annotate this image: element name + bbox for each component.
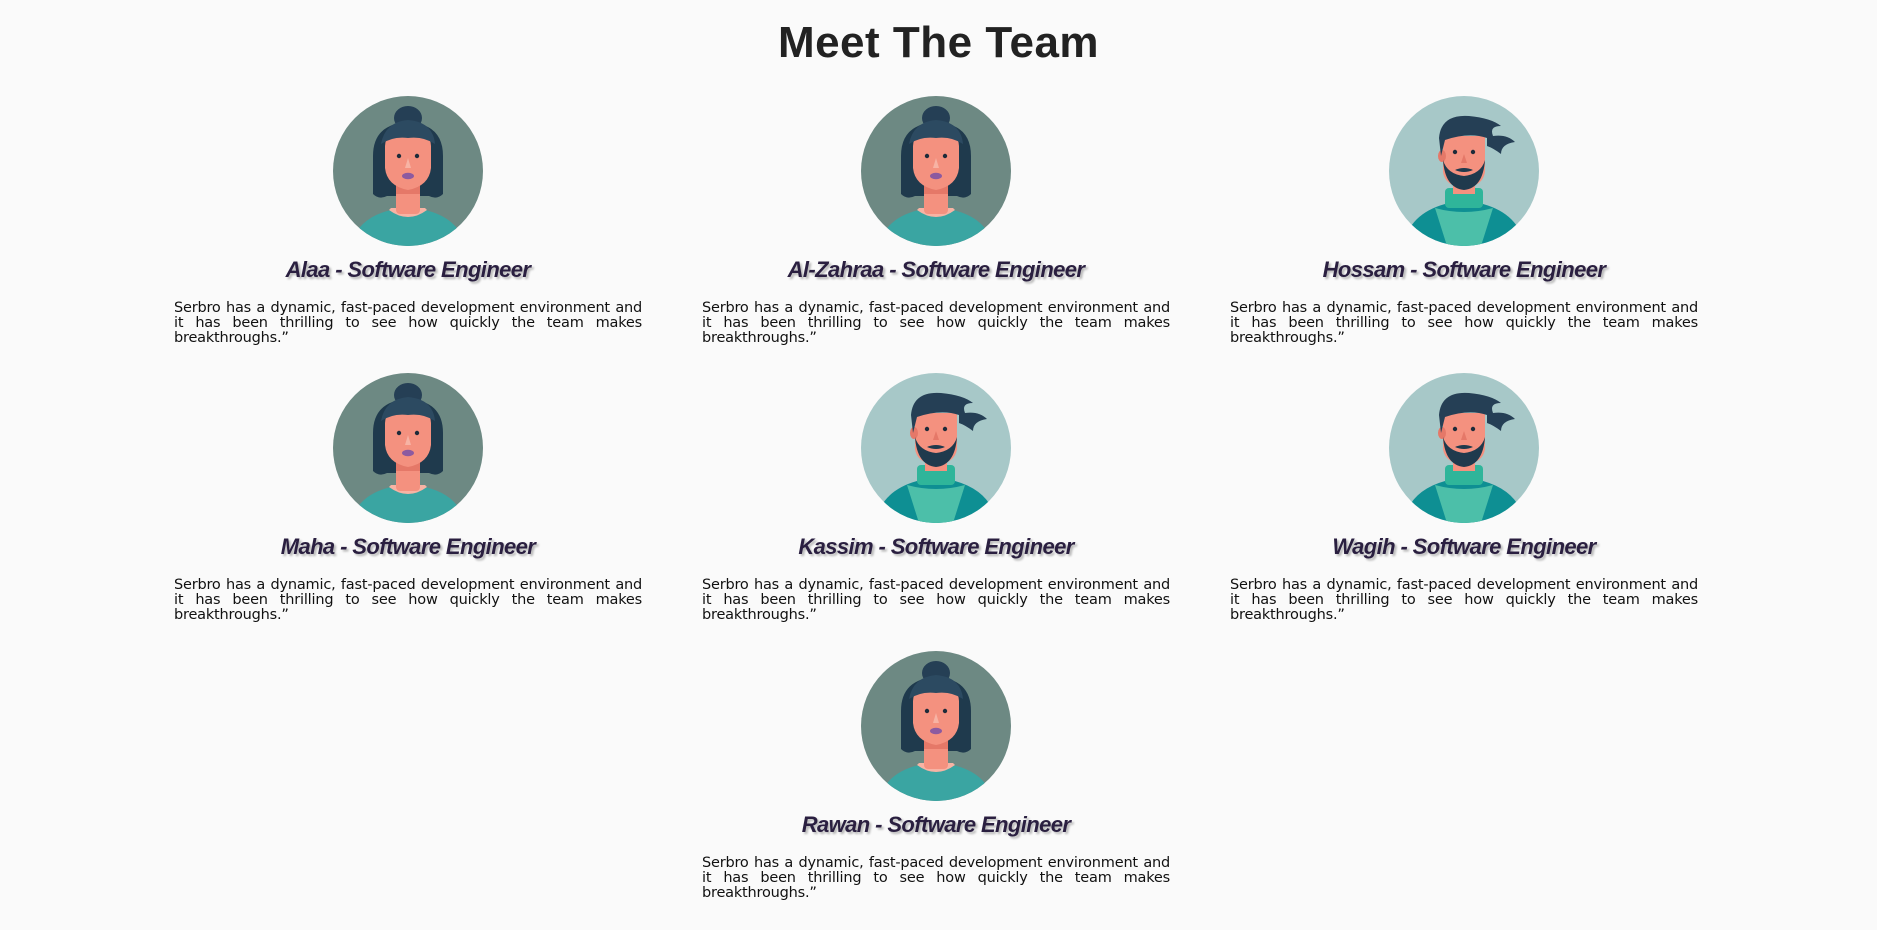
- member-name: Kassim - Software Engineer: [798, 534, 1074, 559]
- member-name: Al-Zahraa - Software Engineer: [787, 257, 1085, 282]
- member-bio: Serbro has a dynamic, fast-paced develop…: [174, 300, 642, 346]
- member-name: Hossam - Software Engineer: [1322, 257, 1606, 282]
- female-avatar-icon: [333, 373, 483, 523]
- male-avatar-icon: [1389, 96, 1539, 246]
- team-card: Alaa - Software Engineer Serbro has a dy…: [174, 96, 642, 346]
- male-avatar-icon: [1389, 373, 1539, 523]
- team-card: Wagih - Software Engineer Serbro has a d…: [1230, 373, 1698, 623]
- team-card: Rawan - Software Engineer Serbro has a d…: [702, 651, 1170, 901]
- male-avatar-icon: [861, 373, 1011, 523]
- member-name: Wagih - Software Engineer: [1332, 534, 1596, 559]
- member-bio: Serbro has a dynamic, fast-paced develop…: [1230, 300, 1698, 346]
- page-title: Meet The Team: [777, 18, 1100, 67]
- member-bio: Serbro has a dynamic, fast-paced develop…: [702, 855, 1170, 901]
- member-bio: Serbro has a dynamic, fast-paced develop…: [702, 577, 1170, 623]
- female-avatar-icon: [861, 651, 1011, 801]
- member-bio: Serbro has a dynamic, fast-paced develop…: [702, 300, 1170, 346]
- female-avatar-icon: [333, 96, 483, 246]
- female-avatar-icon: [861, 96, 1011, 246]
- team-card: Al-Zahraa - Software Engineer Serbro has…: [702, 96, 1170, 346]
- member-name: Alaa - Software Engineer: [285, 257, 531, 282]
- team-page: Meet The Team Alaa - Software Engineer S…: [0, 0, 1877, 930]
- member-name: Rawan - Software Engineer: [801, 812, 1071, 837]
- team-card: Hossam - Software Engineer Serbro has a …: [1230, 96, 1698, 346]
- member-bio: Serbro has a dynamic, fast-paced develop…: [174, 577, 642, 623]
- team-card: Kassim - Software Engineer Serbro has a …: [702, 373, 1170, 623]
- member-name: Maha - Software Engineer: [280, 534, 536, 559]
- member-bio: Serbro has a dynamic, fast-paced develop…: [1230, 577, 1698, 623]
- team-card: Maha - Software Engineer Serbro has a dy…: [174, 373, 642, 623]
